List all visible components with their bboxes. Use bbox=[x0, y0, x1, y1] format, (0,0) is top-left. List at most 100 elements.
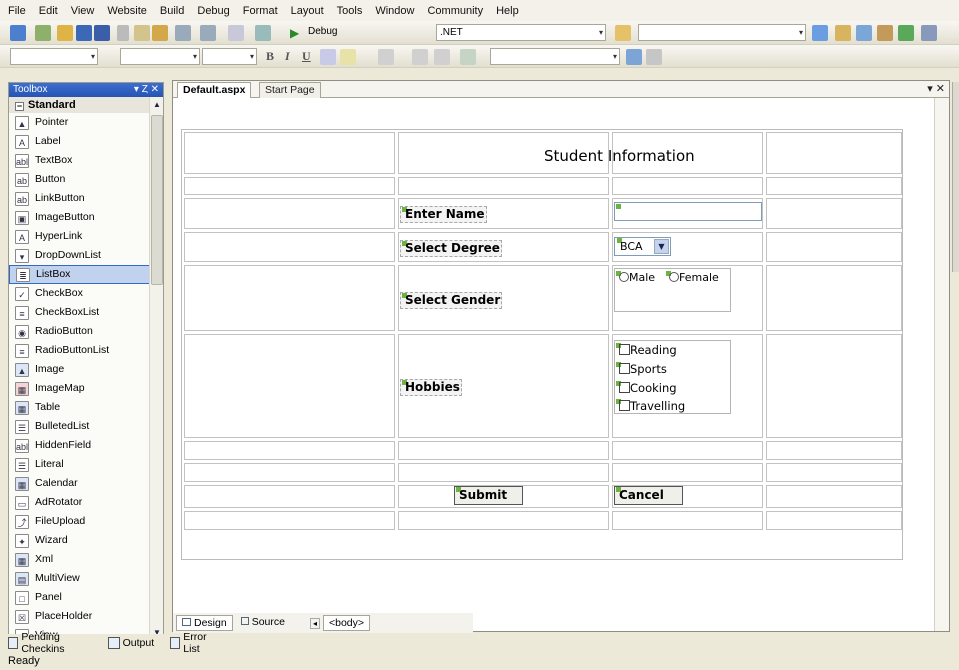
menu-help[interactable]: Help bbox=[496, 5, 519, 17]
cut-icon[interactable] bbox=[117, 25, 129, 41]
menu-format[interactable]: Format bbox=[243, 5, 278, 17]
radio-male[interactable]: Male bbox=[616, 271, 655, 284]
bottom-tab-output[interactable]: Output bbox=[107, 636, 163, 649]
menu-debug[interactable]: Debug bbox=[197, 5, 229, 17]
toolbox-item-image[interactable]: ▲ Image bbox=[9, 360, 163, 379]
italic-button[interactable]: I bbox=[285, 49, 290, 64]
menu-window[interactable]: Window bbox=[375, 5, 414, 17]
find-dropdown[interactable]: ▾ bbox=[638, 24, 806, 41]
toolbox-item-textbox[interactable]: abl TextBox bbox=[9, 151, 163, 170]
menu-build[interactable]: Build bbox=[160, 5, 184, 17]
toolbox-item-adrotator[interactable]: ▭ AdRotator bbox=[9, 493, 163, 512]
checkbox-reading[interactable]: Reading bbox=[616, 343, 677, 357]
tab-default-aspx[interactable]: Default.aspx bbox=[177, 82, 252, 98]
undo-icon[interactable] bbox=[175, 25, 191, 41]
toolbox-item-checkbox[interactable]: ✓ CheckBox bbox=[9, 284, 163, 303]
justify-icon[interactable] bbox=[378, 49, 394, 65]
toolbox-item-listbox[interactable]: ≣ ListBox bbox=[9, 265, 163, 284]
navigate-forward-icon[interactable] bbox=[255, 25, 271, 41]
tab-design[interactable]: Design bbox=[176, 615, 233, 631]
scroll-up-icon[interactable]: ▲ bbox=[151, 99, 163, 111]
toolbox-item-bulletedlist[interactable]: ☰ BulletedList bbox=[9, 417, 163, 436]
toolbox-item-hyperlink[interactable]: A HyperLink bbox=[9, 227, 163, 246]
new-project-icon[interactable] bbox=[10, 25, 26, 41]
toolbox-item-pointer[interactable]: ▲ Pointer bbox=[9, 113, 163, 132]
insert-table-icon[interactable] bbox=[460, 49, 476, 65]
find-icon[interactable] bbox=[615, 25, 631, 41]
name-textbox[interactable] bbox=[614, 202, 762, 221]
toolbox-item-literal[interactable]: ☰ Literal bbox=[9, 455, 163, 474]
close-document-icon[interactable]: ▾ ✕ bbox=[927, 81, 945, 97]
checkbox-travelling[interactable]: Travelling bbox=[616, 399, 685, 413]
paste-icon[interactable] bbox=[152, 25, 168, 41]
submit-button[interactable]: Submit bbox=[454, 486, 523, 505]
underline-button[interactable]: U bbox=[302, 49, 311, 64]
checkbox-cooking[interactable]: Cooking bbox=[616, 381, 677, 395]
right-docked-tabs[interactable] bbox=[952, 82, 959, 272]
toolbox-item-calendar[interactable]: ▦ Calendar bbox=[9, 474, 163, 493]
tab-start-page[interactable]: Start Page bbox=[259, 82, 321, 98]
config-dropdown[interactable]: Debug bbox=[305, 24, 390, 41]
cancel-button[interactable]: Cancel bbox=[614, 486, 683, 505]
background-color-icon[interactable] bbox=[646, 49, 662, 65]
toolbox-item-dropdownlist[interactable]: ▾ DropDownList bbox=[9, 246, 163, 265]
toolbox-item-imagemap[interactable]: ▦ ImageMap bbox=[9, 379, 163, 398]
toolbox-scrollbar[interactable]: ▲ ▼ bbox=[149, 97, 163, 641]
hyperlink-icon[interactable] bbox=[626, 49, 642, 65]
collapse-icon[interactable]: − bbox=[15, 102, 24, 111]
toolbox-item-panel[interactable]: □ Panel bbox=[9, 588, 163, 607]
menu-edit[interactable]: Edit bbox=[39, 5, 58, 17]
dropdown-arrow-icon[interactable]: ▼ bbox=[654, 239, 669, 254]
open-file-icon[interactable] bbox=[57, 25, 73, 41]
add-item-icon[interactable] bbox=[35, 25, 51, 41]
document-vertical-scrollbar[interactable] bbox=[934, 98, 949, 631]
toolbox-item-radiobutton[interactable]: ◉ RadioButton bbox=[9, 322, 163, 341]
radio-female[interactable]: Female bbox=[666, 271, 719, 284]
object-browser-icon[interactable] bbox=[856, 25, 872, 41]
copy-icon[interactable] bbox=[134, 25, 150, 41]
menu-website[interactable]: Website bbox=[107, 5, 147, 17]
tag-navigator-body[interactable]: <body> bbox=[322, 615, 371, 631]
bottom-tab-pending-checkins[interactable]: Pending Checkins bbox=[8, 631, 100, 655]
toolbox-item-button[interactable]: ab Button bbox=[9, 170, 163, 189]
bottom-tab-error-list[interactable]: Error List bbox=[170, 631, 226, 655]
toolbox-category-standard[interactable]: − Standard bbox=[9, 97, 163, 113]
block-format-dropdown[interactable]: ▾ bbox=[10, 48, 98, 65]
toolbox-item-linkbutton[interactable]: ab LinkButton bbox=[9, 189, 163, 208]
toolbox-item-xml[interactable]: ▦ Xml bbox=[9, 550, 163, 569]
toolbox-item-fileupload[interactable]: ⤴ FileUpload bbox=[9, 512, 163, 531]
font-name-dropdown[interactable]: ▾ bbox=[120, 48, 200, 65]
toolbox-item-checkboxlist[interactable]: ≡ CheckBoxList bbox=[9, 303, 163, 322]
properties-icon[interactable] bbox=[835, 25, 851, 41]
toolbox-item-multiview[interactable]: ▤ MultiView bbox=[9, 569, 163, 588]
toolbox-item-wizard[interactable]: ✦ Wizard bbox=[9, 531, 163, 550]
toolbox-item-label[interactable]: A Label bbox=[9, 132, 163, 151]
platform-dropdown[interactable]: .NET ▾ bbox=[436, 24, 606, 41]
toolbox-item-placeholder[interactable]: ☒ PlaceHolder bbox=[9, 607, 163, 626]
highlight-icon[interactable] bbox=[340, 49, 356, 65]
toolbox-item-hiddenfield[interactable]: abl HiddenField bbox=[9, 436, 163, 455]
menu-tools[interactable]: Tools bbox=[337, 5, 363, 17]
bold-button[interactable]: B bbox=[266, 49, 274, 64]
toolbox-item-imagebutton[interactable]: ▣ ImageButton bbox=[9, 208, 163, 227]
numbered-list-icon[interactable] bbox=[412, 49, 428, 65]
save-all-icon[interactable] bbox=[94, 25, 110, 41]
bulleted-list-icon[interactable] bbox=[434, 49, 450, 65]
solution-explorer-icon[interactable] bbox=[812, 25, 828, 41]
other-windows-icon[interactable] bbox=[921, 25, 937, 41]
navigate-backward-icon[interactable] bbox=[228, 25, 244, 41]
font-color-icon[interactable] bbox=[320, 49, 336, 65]
start-page-icon[interactable] bbox=[898, 25, 914, 41]
menu-view[interactable]: View bbox=[71, 5, 95, 17]
font-size-dropdown[interactable]: ▾ bbox=[202, 48, 257, 65]
toolbox-window-controls[interactable]: ▾ Ȥ ✕ bbox=[134, 83, 159, 97]
toolbox-toggle-icon[interactable] bbox=[877, 25, 893, 41]
save-icon[interactable] bbox=[76, 25, 92, 41]
checkbox-sports[interactable]: Sports bbox=[616, 362, 667, 376]
menu-file[interactable]: File bbox=[8, 5, 26, 17]
menu-community[interactable]: Community bbox=[427, 5, 483, 17]
start-debug-icon[interactable]: ▶ bbox=[290, 25, 306, 41]
toolbox-item-table[interactable]: ▦ Table bbox=[9, 398, 163, 417]
tag-navigator-back-icon[interactable]: ◂ bbox=[309, 617, 320, 629]
redo-icon[interactable] bbox=[200, 25, 216, 41]
